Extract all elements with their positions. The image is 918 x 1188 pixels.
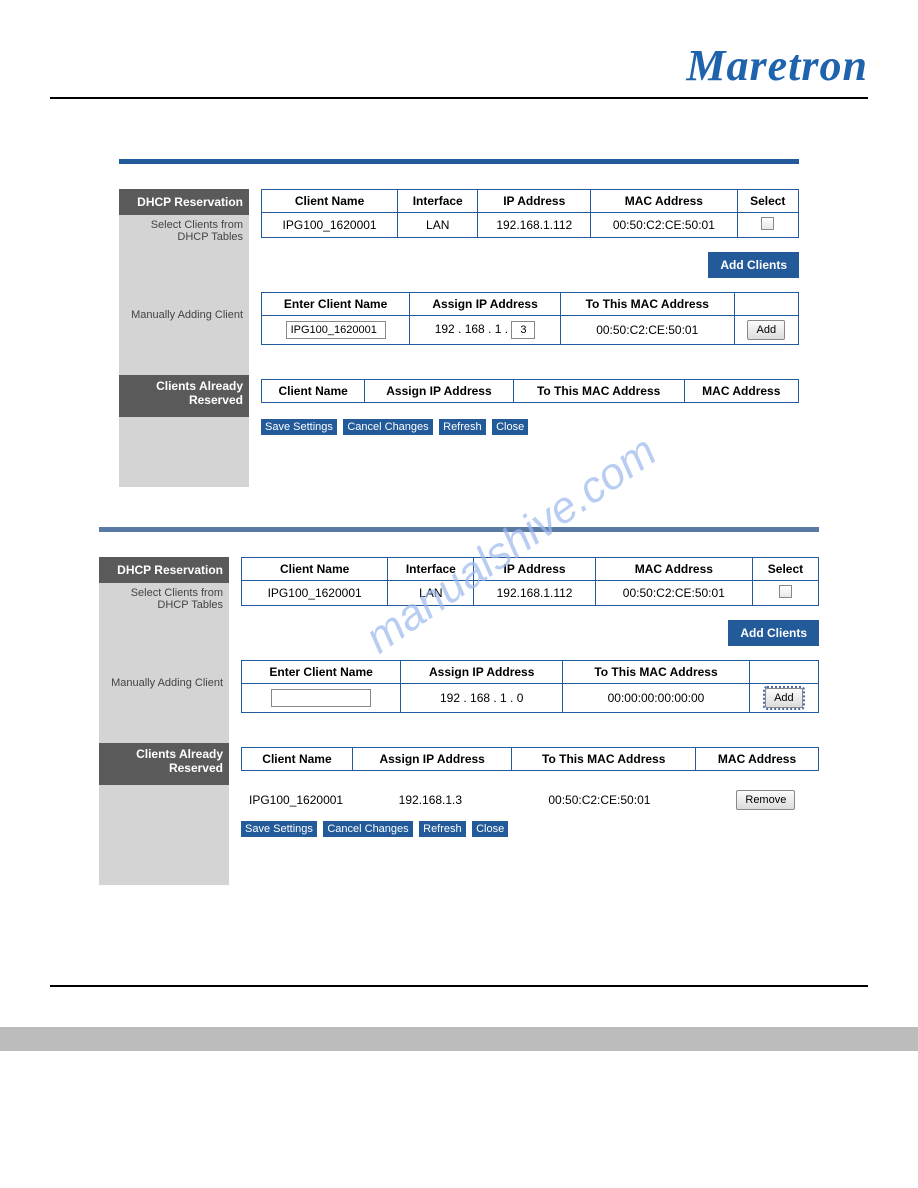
select-checkbox[interactable] [779,585,792,598]
table-row: 192 . 168 . 1 . 00:50:C2:CE:50:01 Add [262,316,799,345]
col-interface: Interface [388,558,474,581]
col-mac-addr: MAC Address [684,380,798,403]
col-interface: Interface [398,190,478,213]
select-checkbox[interactable] [761,217,774,230]
ip-prefix: 192 . 168 . 1 . [440,691,513,705]
sidebar-select-clients: Select Clients from DHCP Tables [119,215,249,305]
cell-interface: LAN [398,213,478,238]
table-row: IPG100_1620001 LAN 192.168.1.112 00:50:C… [242,581,819,606]
remove-button[interactable]: Remove [736,790,795,810]
col-mac: MAC Address [591,190,737,213]
cell-client-name: IPG100_1620001 [262,213,398,238]
ip-last: 0 [517,691,524,705]
col-select: Select [737,190,799,213]
add-button[interactable]: Add [747,320,785,340]
col-ip: IP Address [478,190,591,213]
client-name-input[interactable] [286,321,386,339]
footer-rule [50,985,868,987]
col-to-mac: To This MAC Address [560,293,734,316]
col-mac: MAC Address [595,558,752,581]
sidebar-title-dhcp: DHCP Reservation [99,557,229,583]
col-select: Select [752,558,818,581]
refresh-button[interactable]: Refresh [439,419,486,435]
cell-mac: 00:50:C2:CE:50:01 [595,581,752,606]
reserved-table: Client Name Assign IP Address To This MA… [261,379,799,403]
close-button[interactable]: Close [472,821,508,837]
cell-to-mac: 00:00:00:00:00:00 [563,684,750,713]
table-row: IPG100_1620001 192.168.1.3 00:50:C2:CE:5… [243,787,817,813]
cell-to-mac: 00:50:C2:CE:50:01 [542,787,712,813]
col-to-mac: To This MAC Address [512,748,696,771]
col-mac-addr: MAC Address [696,748,819,771]
ip-prefix: 192 . 168 . 1 . [435,322,508,336]
reserved-data: IPG100_1620001 192.168.1.3 00:50:C2:CE:5… [241,785,819,815]
col-ip: IP Address [474,558,595,581]
col-client-name: Client Name [242,748,353,771]
col-client-name: Client Name [262,380,365,403]
cell-mac: 00:50:C2:CE:50:01 [591,213,737,238]
col-assign-ip: Assign IP Address [352,748,511,771]
clients-table: Client Name Interface IP Address MAC Add… [241,557,819,606]
ip-octet-input[interactable] [511,321,535,339]
add-clients-button[interactable]: Add Clients [708,252,799,278]
table-row: 192 . 168 . 1 . 0 00:00:00:00:00:00 Add [242,684,819,713]
cell-interface: LAN [388,581,474,606]
sidebar-manually-adding: Manually Adding Client [99,673,229,743]
col-assign-ip: Assign IP Address [410,293,561,316]
clients-table: Client Name Interface IP Address MAC Add… [261,189,799,238]
col-assign-ip: Assign IP Address [401,661,563,684]
manual-add-table: Enter Client Name Assign IP Address To T… [241,660,819,713]
col-to-mac: To This MAC Address [513,380,684,403]
col-client-name: Client Name [262,190,398,213]
client-name-input[interactable] [271,689,371,707]
manual-add-table: Enter Client Name Assign IP Address To T… [261,292,799,345]
cell-client-name: IPG100_1620001 [242,581,388,606]
save-settings-button[interactable]: Save Settings [241,821,317,837]
sidebar-clients-already: Clients Already Reserved [99,743,229,785]
cell-ip: 192.168.1.112 [478,213,591,238]
cell-ip: 192.168.1.112 [474,581,595,606]
col-client-name: Client Name [242,558,388,581]
add-button[interactable]: Add [765,688,803,708]
col-to-mac: To This MAC Address [563,661,750,684]
add-clients-button[interactable]: Add Clients [728,620,819,646]
sidebar-select-clients: Select Clients from DHCP Tables [99,583,229,673]
sidebar-clients-already: Clients Already Reserved [119,375,249,417]
bottom-bar [0,1027,918,1051]
col-enter-name: Enter Client Name [262,293,410,316]
cancel-changes-button[interactable]: Cancel Changes [343,419,432,435]
col-enter-name: Enter Client Name [242,661,401,684]
table-row: IPG100_1620001 LAN 192.168.1.112 00:50:C… [262,213,799,238]
reserved-table: Client Name Assign IP Address To This MA… [241,747,819,771]
brand-logo: Maretron [686,40,868,91]
panel-dhcp-1: DHCP Reservation Select Clients from DHC… [119,159,799,487]
cancel-changes-button[interactable]: Cancel Changes [323,821,412,837]
cell-to-mac: 00:50:C2:CE:50:01 [560,316,734,345]
sidebar-manually-adding: Manually Adding Client [119,305,249,375]
refresh-button[interactable]: Refresh [419,821,466,837]
doc-header: Maretron [50,40,868,99]
cell-client-name: IPG100_1620001 [243,787,391,813]
save-settings-button[interactable]: Save Settings [261,419,337,435]
cell-assign-ip: 192.168.1.3 [393,787,541,813]
col-assign-ip: Assign IP Address [365,380,513,403]
panel-dhcp-2: DHCP Reservation Select Clients from DHC… [99,527,819,885]
sidebar-title-dhcp: DHCP Reservation [119,189,249,215]
close-button[interactable]: Close [492,419,528,435]
